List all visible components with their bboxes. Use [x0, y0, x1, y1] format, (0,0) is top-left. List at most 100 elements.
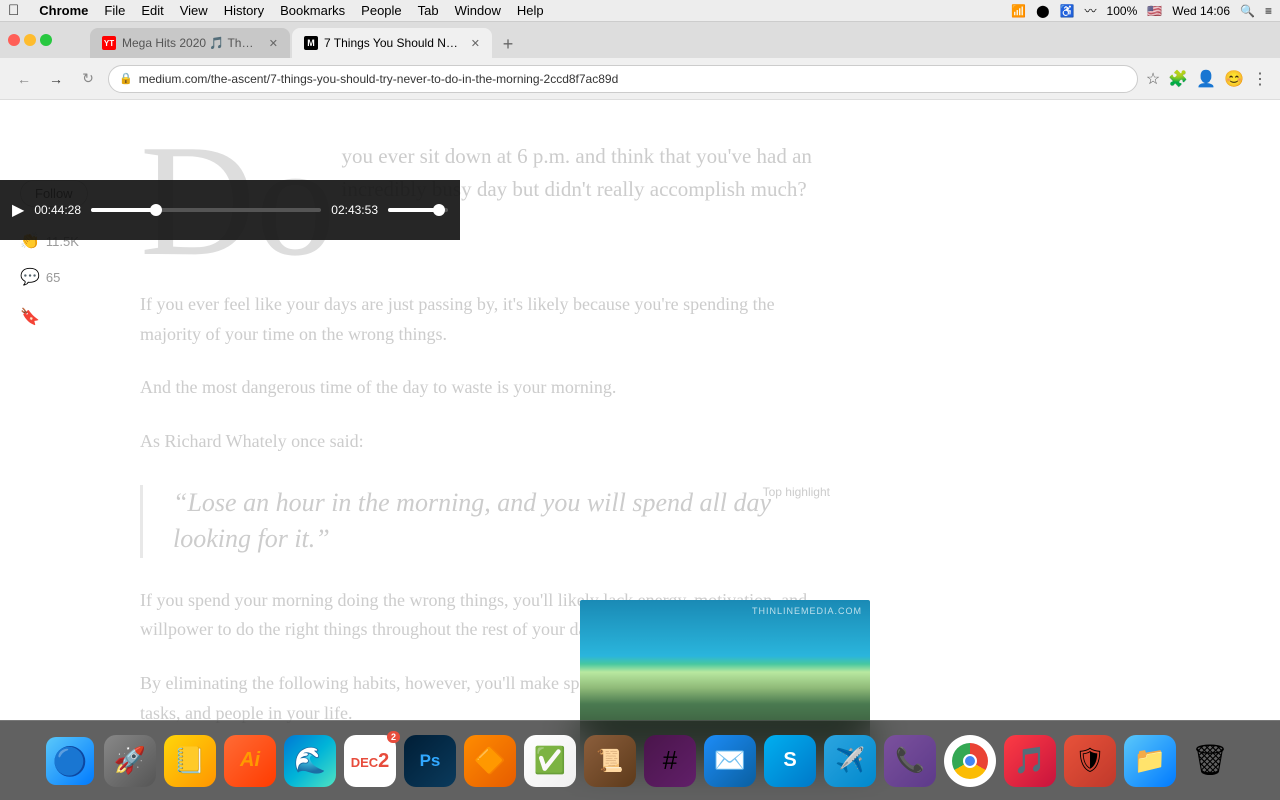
menu-history[interactable]: History	[224, 3, 264, 18]
dock-mail[interactable]: ✉️	[704, 735, 756, 787]
dock-script-editor[interactable]: 📜	[584, 735, 636, 787]
music-icon: 🎵	[1014, 745, 1046, 776]
dock-reminders[interactable]: ✅	[524, 735, 576, 787]
control-center-icon[interactable]: ≡	[1265, 4, 1272, 18]
dock-telegram[interactable]: ✈️	[824, 735, 876, 787]
new-tab-button[interactable]: +	[494, 30, 522, 58]
menu-tab[interactable]: Tab	[418, 3, 439, 18]
back-button[interactable]: ←	[12, 67, 36, 91]
dock-trash[interactable]: 🗑	[1184, 735, 1236, 787]
volume-thumb[interactable]	[433, 204, 445, 216]
svg-text:🔵: 🔵	[53, 745, 88, 778]
menu-bookmarks[interactable]: Bookmarks	[280, 3, 345, 18]
telegram-icon: ✈️	[835, 746, 865, 775]
close-window-button[interactable]	[8, 34, 20, 46]
datetime: Wed 14:06	[1172, 4, 1230, 18]
reminders-icon: ✅	[534, 745, 566, 776]
photoshop-icon: Ps	[420, 751, 441, 771]
menu-help[interactable]: Help	[517, 3, 544, 18]
menu-dots-icon[interactable]: ⋮	[1252, 69, 1268, 89]
bookmark-icon[interactable]: 🔖	[20, 307, 40, 327]
dock-notes[interactable]: 📒	[164, 735, 216, 787]
article-paragraph-1: If you ever feel like your days are just…	[140, 290, 830, 349]
slack-icon: #	[663, 745, 677, 776]
menu-people[interactable]: People	[361, 3, 401, 18]
volume-bar[interactable]	[388, 208, 448, 212]
files-icon: 📁	[1134, 745, 1166, 776]
window-controls	[8, 22, 52, 58]
bookmark-star-icon[interactable]: ☆	[1146, 69, 1160, 89]
dock: 🔵 🚀 📒 Ai 🌊 DEC 2 2 Ps 🔶 ✅ 📜 # ✉️	[0, 720, 1280, 800]
calendar-day: 2	[378, 751, 389, 771]
tab-youtube[interactable]: YT Mega Hits 2020 🎵 The Be... ✕	[90, 28, 290, 58]
trash-icon: 🗑	[1191, 743, 1229, 778]
dock-edge[interactable]: 🌊	[284, 735, 336, 787]
comments-action[interactable]: 💬 65	[20, 267, 60, 287]
battery-indicator: 100%	[1107, 4, 1138, 18]
tab-close-medium[interactable]: ✕	[471, 37, 480, 50]
comment-icon: 💬	[20, 267, 40, 287]
browser-chrome: YT Mega Hits 2020 🎵 The Be... ✕ M 7 Thin…	[0, 22, 1280, 100]
calendar-badge: 2	[387, 731, 400, 743]
viber-icon: 📞	[895, 746, 925, 775]
tab-medium[interactable]: M 7 Things You Should Never Do... ✕	[292, 28, 492, 58]
apple-menu[interactable]: 	[8, 2, 19, 19]
dock-launchpad[interactable]: 🚀	[104, 735, 156, 787]
thumbnail-watermark: THINLINEMEDIA.COM	[752, 606, 862, 616]
menu-view[interactable]: View	[180, 3, 208, 18]
flag-icon: 🇺🇸	[1147, 4, 1162, 18]
vlc-icon: 🔶	[474, 745, 506, 776]
blockquote-text: “Lose an hour in the morning, and you wi…	[173, 485, 830, 558]
mail-icon: ✉️	[714, 745, 746, 776]
edge-icon: 🌊	[294, 745, 326, 776]
maximize-window-button[interactable]	[40, 34, 52, 46]
forward-button[interactable]: →	[44, 67, 68, 91]
dock-slack[interactable]: #	[644, 735, 696, 787]
dock-viber[interactable]: 📞	[884, 735, 936, 787]
notes-icon: 📒	[174, 745, 206, 776]
media-progress-bar[interactable]	[91, 208, 321, 212]
search-icon[interactable]: 🔍	[1240, 4, 1255, 18]
dock-skype[interactable]: S	[764, 735, 816, 787]
dock-illustrator[interactable]: Ai	[224, 735, 276, 787]
tab-favicon-youtube: YT	[102, 36, 116, 50]
tab-favicon-medium: M	[304, 36, 318, 50]
media-player: ▶ 00:44:28 02:43:53	[0, 180, 460, 240]
volume-fill	[388, 208, 439, 212]
minimize-window-button[interactable]	[24, 34, 36, 46]
play-button[interactable]: ▶	[12, 200, 24, 220]
media-progress-thumb[interactable]	[150, 204, 162, 216]
dock-files[interactable]: 📁	[1124, 735, 1176, 787]
dock-finder[interactable]: 🔵	[44, 735, 96, 787]
menu-window[interactable]: Window	[455, 3, 501, 18]
reload-button[interactable]: ↻	[76, 67, 100, 91]
menu-chrome[interactable]: Chrome	[39, 3, 88, 18]
address-bar-icons: ☆ 🧩 👤 😊 ⋮	[1146, 69, 1268, 89]
article-paragraph-3: As Richard Whately once said:	[140, 427, 830, 457]
menu-bar:  Chrome File Edit View History Bookmark…	[0, 0, 1280, 22]
dock-chrome[interactable]	[944, 735, 996, 787]
profile-icon[interactable]: 👤	[1196, 69, 1216, 89]
dock-music[interactable]: 🎵	[1004, 735, 1056, 787]
menu-edit[interactable]: Edit	[141, 3, 163, 18]
media-progress-fill	[91, 208, 155, 212]
dock-vlc[interactable]: 🔶	[464, 735, 516, 787]
media-total-time: 02:43:53	[331, 203, 378, 217]
media-current-time: 00:44:28	[34, 203, 81, 217]
page-content: ▶ 00:44:28 02:43:53 Follow 👏 11.5K 💬 65 …	[0, 100, 1280, 800]
tab-close-youtube[interactable]: ✕	[269, 37, 278, 50]
dock-calendar[interactable]: DEC 2 2	[344, 735, 396, 787]
dock-photoshop[interactable]: Ps	[404, 735, 456, 787]
wifi-status-icon: 〰	[1085, 2, 1097, 19]
address-bar: ← → ↻ 🔒 medium.com/the-ascent/7-things-y…	[0, 58, 1280, 100]
dock-avast[interactable]: 🛡	[1064, 735, 1116, 787]
top-highlight-label: Top highlight	[763, 485, 830, 499]
tab-title-youtube: Mega Hits 2020 🎵 The Be...	[122, 36, 259, 50]
screen-record-icon: ⬤	[1036, 4, 1049, 18]
extensions-icon[interactable]: 🧩	[1168, 69, 1188, 89]
url-bar[interactable]: 🔒 medium.com/the-ascent/7-things-you-sho…	[108, 65, 1138, 93]
menu-file[interactable]: File	[104, 3, 125, 18]
article-paragraph-2: And the most dangerous time of the day t…	[140, 373, 830, 403]
emoji-icon[interactable]: 😊	[1224, 69, 1244, 89]
lock-icon: 🔒	[119, 72, 133, 85]
